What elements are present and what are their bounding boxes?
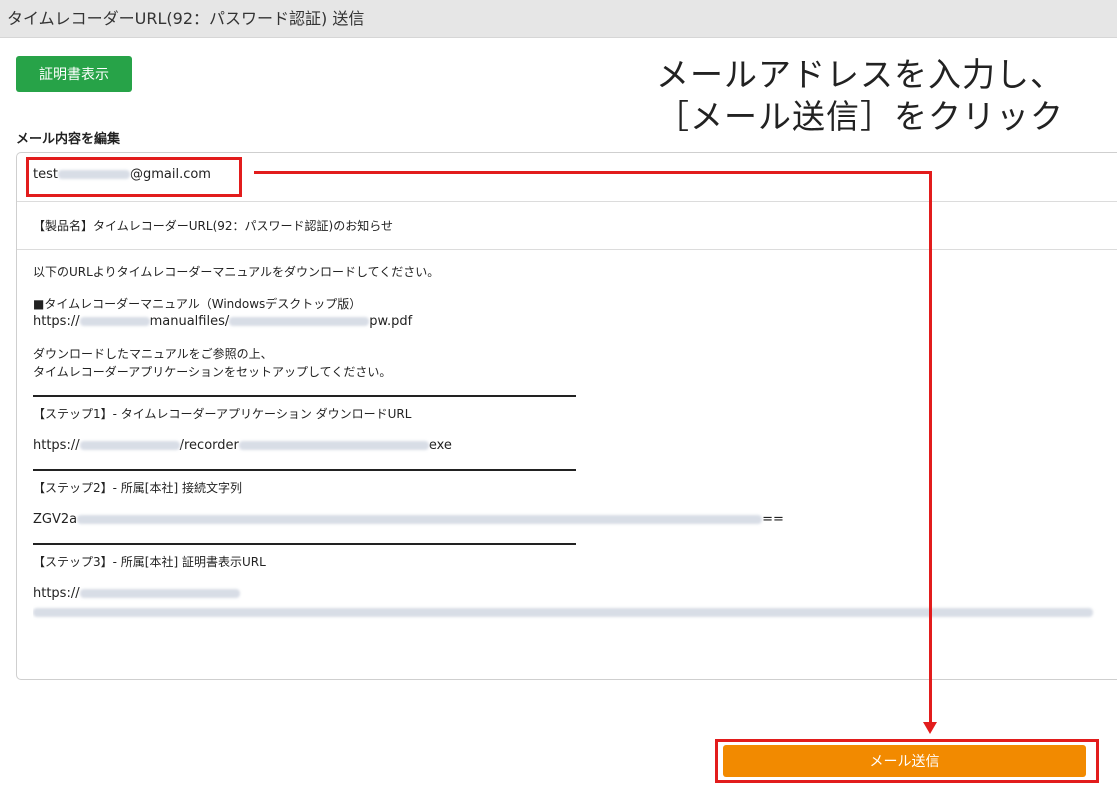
divider <box>33 543 576 545</box>
mail-editor: test @gmail.com 【製品名】タイムレコーダーURL(92：パスワード… <box>16 152 1117 680</box>
window-title: タイムレコーダーURL(92：パスワード認証) 送信 <box>0 0 1117 38</box>
step3-title: 【ステップ3】- 所属[本社] 証明書表示URL <box>33 555 266 569</box>
step2-title: 【ステップ2】- 所属[本社] 接続文字列 <box>33 481 242 495</box>
body-intro: 以下のURLよりタイムレコーダーマニュアルをダウンロードしてください。 <box>33 265 440 279</box>
email-highlight-frame <box>26 157 242 197</box>
instruction-line-1: メールアドレスを入力し、 <box>656 55 1064 94</box>
manual-url: https://manualfiles/pw.pdf <box>33 314 413 329</box>
divider <box>33 395 576 397</box>
subject-field[interactable]: 【製品名】タイムレコーダーURL(92：パスワード認証)のお知らせ <box>33 217 393 234</box>
arrow-line-horizontal <box>254 171 930 174</box>
reference-line-1: ダウンロードしたマニュアルをご参照の上、 <box>33 347 273 361</box>
subject-row: 【製品名】タイムレコーダーURL(92：パスワード認証)のお知らせ <box>17 201 1117 250</box>
step3-url-continued <box>33 603 1117 621</box>
send-email-button[interactable]: メール送信 <box>723 745 1086 777</box>
instruction-line-2: ［メール送信］をクリック <box>656 97 1064 136</box>
step1-url: https:///recorder exe <box>33 438 452 453</box>
section-label: メール内容を編集 <box>16 132 121 147</box>
divider <box>33 469 576 471</box>
instruction-annotation: メールアドレスを入力し、 ［メール送信］をクリック <box>620 54 1100 138</box>
arrow-line-vertical <box>929 171 932 724</box>
arrow-head-icon <box>923 722 937 734</box>
reference-line-2: タイムレコーダーアプリケーションをセットアップしてください。 <box>33 365 392 379</box>
certificate-button[interactable]: 証明書表示 <box>16 56 132 92</box>
body-textarea[interactable]: 以下のURLよりタイムレコーダーマニュアルをダウンロードしてください。 ■タイム… <box>33 263 1117 673</box>
step3-url: https:// <box>33 585 1117 603</box>
step2-connection-string: ZGV2a == <box>33 512 784 527</box>
step1-title: 【ステップ1】- タイムレコーダーアプリケーション ダウンロードURL <box>33 407 412 421</box>
manual-heading: ■タイムレコーダーマニュアル（Windowsデスクトップ版） <box>33 297 362 311</box>
